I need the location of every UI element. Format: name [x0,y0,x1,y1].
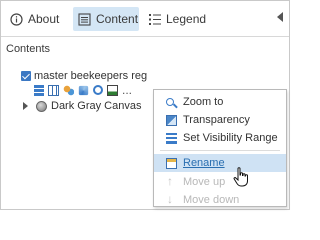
move-up-icon [166,174,177,188]
layer-name[interactable]: master beekeepers reg [34,70,147,82]
filter-icon[interactable] [78,85,89,95]
menu-item-label: Set Visibility Range [183,132,278,144]
menu-item-set-visibility-range[interactable]: Set Visibility Range [154,129,286,147]
hand-pointer-cursor-icon [233,167,249,190]
basemap-globe-icon [36,100,47,112]
menu-item-label: Rename [183,157,225,169]
tab-legend[interactable]: Legend [144,7,206,31]
menu-item-label: Zoom to [183,96,224,108]
zoom-to-icon [166,98,174,106]
basemap-item[interactable]: Dark Gray Canvas [23,99,141,113]
menu-item-label: Transparency [183,114,250,126]
visibility-range-icon [166,132,177,144]
change-style-icon[interactable] [63,84,74,96]
tab-legend-label: Legend [166,12,207,26]
tab-content-label: Content [96,12,139,26]
tab-about[interactable]: About [5,7,65,31]
menu-item-label: Move down [183,194,240,206]
tab-content[interactable]: Content [73,7,139,31]
layer-tools: ... [34,84,134,96]
tab-about-label: About [28,12,60,26]
layer-item[interactable]: master beekeepers reg [21,69,147,83]
content-list-icon [78,12,91,26]
menu-item-zoom-to[interactable]: Zoom to [154,93,286,111]
rename-icon [166,157,177,169]
menu-item-move-up: Move up [154,173,286,191]
menu-divider [160,150,280,151]
section-title: Contents [6,43,51,55]
transparency-icon [166,114,177,126]
basemap-name: Dark Gray Canvas [51,100,142,112]
configure-popup-icon[interactable] [107,84,118,96]
panel-tab-bar: About Content Legend [1,1,289,37]
menu-item-move-down: Move down [154,191,286,209]
perform-analysis-icon[interactable] [93,85,103,95]
show-table-icon[interactable] [48,84,59,96]
collapse-panel-icon[interactable] [277,12,283,22]
legend-list-icon [149,13,161,26]
layer-context-menu: Zoom to Transparency Set Visibility Rang… [153,89,287,207]
show-legend-icon[interactable] [34,84,44,96]
menu-item-rename[interactable]: Rename [154,154,286,172]
more-options-button[interactable]: ... [122,84,134,96]
layer-visibility-checkbox[interactable] [21,71,31,81]
info-icon [10,12,23,26]
menu-item-label: Move up [183,176,226,188]
expand-arrow-icon[interactable] [23,102,28,110]
map-viewer-panel: About Content Legend Contents master bee… [0,0,290,210]
move-down-icon [166,192,177,206]
menu-item-transparency[interactable]: Transparency [154,111,286,129]
